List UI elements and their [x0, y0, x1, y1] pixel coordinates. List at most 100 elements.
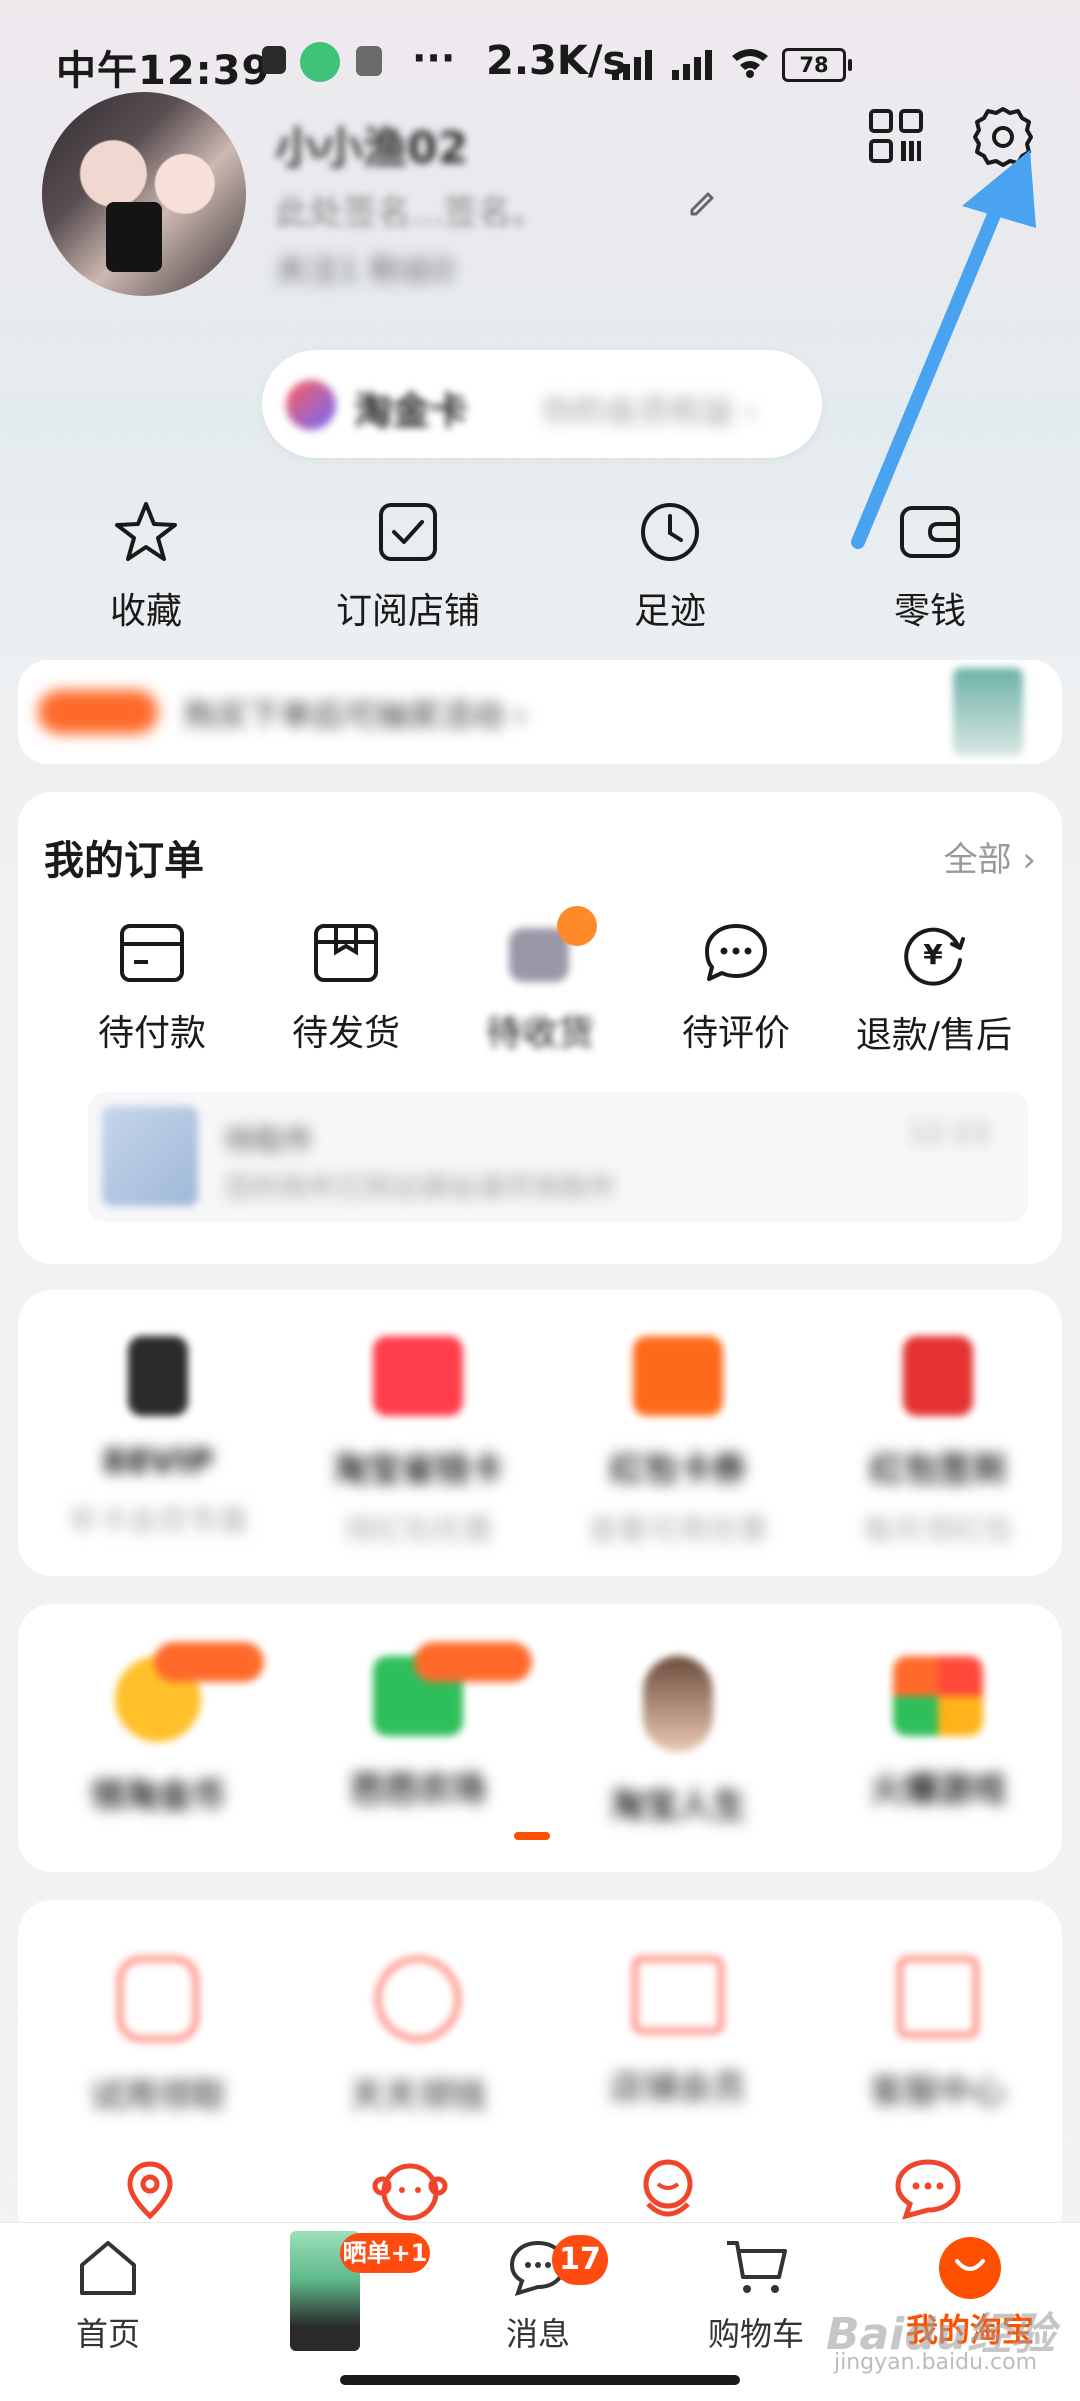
quick-label: 零钱 [893, 591, 966, 632]
nav-home[interactable]: 首页 [38, 2237, 178, 2355]
tool-shop-member[interactable]: 店铺会员 [568, 1956, 788, 2109]
order-pending-review[interactable]: 待评价 [636, 922, 836, 1056]
activity-label: 火爆游戏 [870, 1770, 1006, 1810]
app-notification-icon [356, 46, 382, 76]
order-pending-receipt[interactable]: 待收货 [440, 906, 640, 1056]
services-card: 88VIP 年卡会员专属 淘宝省钱卡 领红包优惠 红包卡券 查看可用优惠 红包签… [18, 1290, 1062, 1576]
wifi-icon [732, 49, 768, 78]
page-indicator [514, 1832, 550, 1840]
nav-cart[interactable]: 购物车 [686, 2237, 826, 2355]
tool-label: 客服中心 [870, 2072, 1006, 2112]
order-label: 退款/售后 [855, 1015, 1013, 1056]
promo-text: 购买下单后可抽奖活动 › [184, 696, 527, 734]
svg-text:¥: ¥ [923, 938, 943, 971]
tool-label: 天天领钱 [350, 2076, 486, 2116]
vip-icon [128, 1336, 188, 1416]
message-count-badge: 17 [552, 2235, 608, 2285]
signal-icon-2 [672, 48, 720, 80]
edit-pencil-icon[interactable] [686, 186, 718, 218]
orders-view-all[interactable]: 全部 › [944, 832, 1036, 881]
order-label: 待付款 [97, 1013, 206, 1054]
logistics-title: 待取件 [224, 1124, 314, 1159]
notification-icon [262, 46, 286, 74]
trial-icon [117, 1956, 199, 2042]
watermark-url: jingyan.baidu.com [834, 2350, 1038, 2375]
home-icon [80, 2241, 136, 2295]
orders-title: 我的订单 [44, 838, 204, 884]
order-label: 待收货 [485, 1013, 594, 1054]
quick-favorites[interactable]: 收藏 [46, 500, 246, 640]
quick-history[interactable]: 足迹 [570, 500, 770, 640]
nav-label: 购物车 [707, 2315, 804, 2353]
tool-label: 试用领取 [90, 2076, 226, 2116]
member-card-pill[interactable]: 淘金卡 你的会员权益 › [262, 350, 822, 458]
signature[interactable]: 此处签名...签名。 [275, 185, 545, 234]
tool-label: 店铺会员 [610, 2068, 746, 2108]
wechat-icon [300, 42, 340, 82]
tool-service-center[interactable]: 客服中心 [828, 1956, 1048, 2113]
tool-trial[interactable]: 试用领取 [48, 1956, 268, 2117]
service-coupons[interactable]: 红包卡券 查看可用优惠 [568, 1336, 788, 1549]
saving-card-icon [373, 1336, 463, 1416]
promo-tag [38, 690, 158, 734]
order-label: 待评价 [681, 1013, 790, 1054]
star-icon [115, 502, 177, 561]
nav-label: 消息 [505, 2315, 570, 2353]
promo-banner[interactable]: 购买下单后可抽奖活动 › [18, 660, 1062, 764]
clock-icon [641, 503, 699, 561]
nav-label: 首页 [75, 2315, 140, 2353]
activity-label: 芭芭农场 [350, 1770, 486, 1810]
tools-card: 试用领取 天天领钱 店铺会员 客服中心 [18, 1900, 1062, 2260]
tool-daily-cash[interactable]: 天天领钱 [308, 1956, 528, 2117]
logistics-notice[interactable]: 待取件 您的快件已到达驿站请尽快取件 12-23 [88, 1092, 1028, 1222]
box-icon [314, 924, 378, 982]
quick-subscribed-shops[interactable]: 订阅店铺 [308, 500, 508, 640]
annotation-arrow [851, 150, 1036, 549]
crown-icon [632, 1956, 724, 2034]
network-speed: 2.3K/s [486, 38, 627, 84]
order-pending-payment[interactable]: 待付款 [52, 922, 252, 1056]
service-88vip[interactable]: 88VIP 年卡会员专属 [48, 1336, 268, 1540]
chevron-right-icon: › [1022, 840, 1036, 880]
count-badge [557, 906, 597, 946]
service-subtitle: 查看可用优惠 [588, 1513, 768, 1548]
cash-icon [375, 1956, 461, 2042]
signal-icon [612, 48, 660, 80]
activity-badge [414, 1642, 532, 1682]
location-pin-icon[interactable] [110, 2158, 190, 2222]
member-name: 淘金卡 [354, 389, 469, 433]
order-pending-shipment[interactable]: 待发货 [246, 922, 446, 1056]
character-icon [643, 1656, 713, 1752]
mascot-icon[interactable] [630, 2154, 706, 2222]
username[interactable]: 小小渔02 [275, 112, 468, 176]
activity-games[interactable]: 火爆游戏 [828, 1656, 1048, 1811]
quick-label: 足迹 [633, 591, 706, 632]
activity-label: 淘宝人生 [610, 1786, 746, 1826]
games-icon [893, 1656, 983, 1736]
follow-stats[interactable]: 关注1 粉丝0 [275, 245, 454, 291]
service-red-packet[interactable]: 红包签到 每天领红包 [828, 1336, 1048, 1549]
chat-bubble-icon [705, 924, 767, 981]
order-refund-aftersale[interactable]: ¥ 退款/售后 [824, 922, 1044, 1058]
activities-card: 领淘金币 芭芭农场 淘宝人生 火爆游戏 [18, 1604, 1062, 1872]
service-title: 红包卡券 [610, 1450, 746, 1490]
service-title: 淘宝省钱卡 [333, 1450, 503, 1490]
member-desc: 你的会员权益 › [542, 392, 757, 430]
checkbox-icon [379, 503, 437, 561]
more-notifications-icon: ··· [412, 36, 456, 80]
activity-life[interactable]: 淘宝人生 [568, 1656, 788, 1827]
battery-indicator: 78 [782, 48, 852, 82]
activity-label: 领淘金币 [90, 1776, 226, 1816]
monkey-icon[interactable] [372, 2154, 448, 2222]
home-indicator [340, 2375, 740, 2385]
status-time: 中午12:39 [56, 48, 271, 94]
service-center-icon [897, 1956, 979, 2038]
service-subtitle: 每天领红包 [863, 1513, 1013, 1548]
customer-service-chat-icon[interactable] [890, 2156, 966, 2222]
service-title: 红包签到 [870, 1450, 1006, 1490]
logistics-date: 12-23 [908, 1116, 990, 1149]
avatar[interactable] [42, 92, 246, 296]
logistics-desc: 您的快件已到达驿站请尽快取件 [224, 1171, 617, 1204]
my-taobao-icon [939, 2237, 1001, 2299]
service-saving-card[interactable]: 淘宝省钱卡 领红包优惠 [308, 1336, 528, 1549]
